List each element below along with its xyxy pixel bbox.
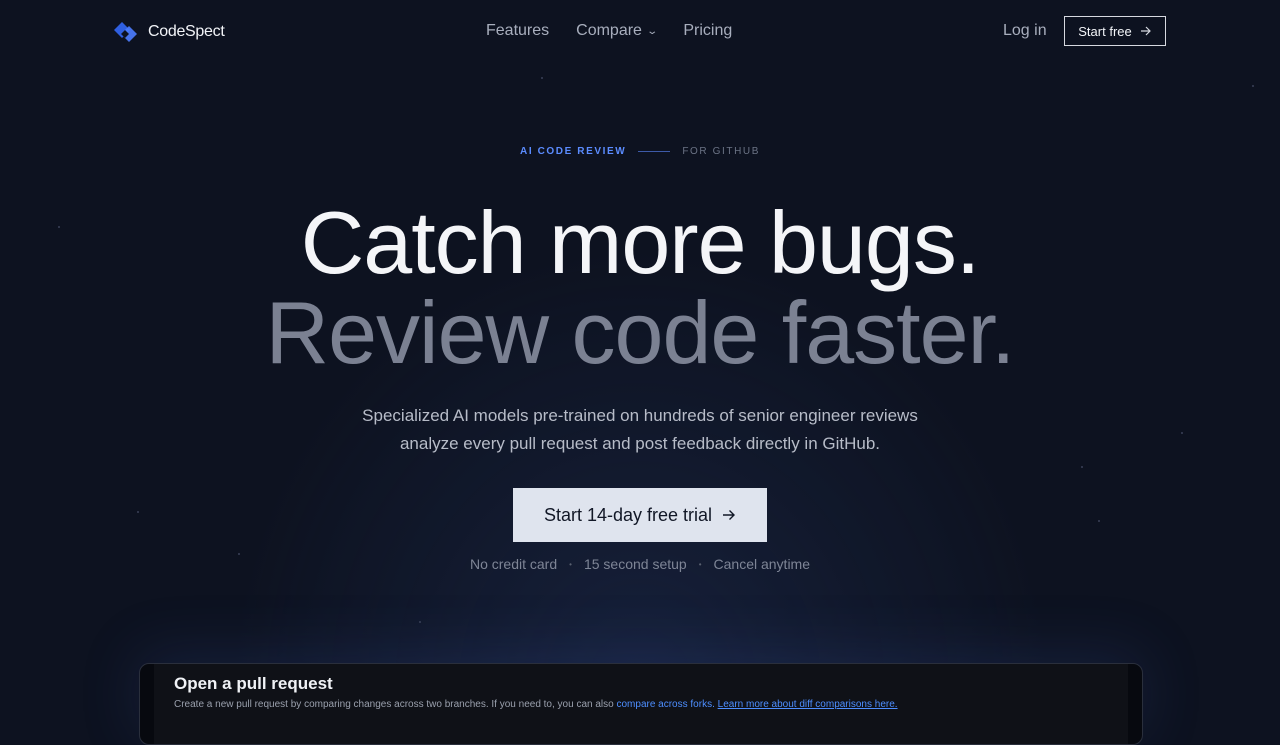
background-star [1252,85,1254,87]
perk-separator: • [569,559,572,569]
background-star [541,77,543,79]
nav-link-features[interactable]: Features [486,22,549,40]
hero-headline-primary: Catch more bugs. [300,193,981,292]
perk-separator: • [698,559,702,569]
chevron-down-icon: ⌄ [646,25,659,37]
hero-subtitle-line: analyze every pull request and post feed… [399,434,881,453]
compare-forks-link[interactable]: compare across forks. [616,699,714,710]
brand-logo[interactable]: CodeSpect [112,20,225,44]
arrow-right-icon [1140,24,1152,39]
hero-perks: No credit card • 15 second setup • Cance… [0,556,1280,572]
nav-links: Features Compare ⌄ Pricing [486,22,732,40]
background-star [1098,520,1100,522]
hero-headline-secondary: Review code faster. [265,283,1016,382]
diff-comparisons-link[interactable]: Learn more about diff comparisons here. [718,699,898,710]
start-trial-button[interactable]: Start 14-day free trial [513,488,767,542]
hero-subtitle-line: Specialized AI models pre-trained on hun… [362,406,918,425]
background-star [238,553,240,555]
eyebrow-divider [638,151,671,152]
brand-name: CodeSpect [148,23,225,40]
background-star [137,511,139,513]
background-star [419,621,421,623]
perk-item: Cancel anytime [713,556,811,572]
perk-item: No credit card [469,556,558,572]
login-link[interactable]: Log in [1003,22,1047,40]
eyebrow-primary: AI CODE REVIEW [520,146,627,157]
preview-description: Create a new pull request by comparing c… [174,699,898,710]
start-free-label: Start free [1078,23,1132,39]
start-free-button[interactable]: Start free [1064,16,1166,46]
product-preview-window: Open a pull request Create a new pull re… [139,663,1143,745]
hero-subtitle: Specialized AI models pre-trained on hun… [0,402,1280,458]
nav-link-compare[interactable]: Compare ⌄ [576,22,659,40]
preview-screen: Open a pull request Create a new pull re… [154,664,1128,744]
top-navigation: CodeSpect Features Compare ⌄ Pricing Log… [0,0,1280,64]
preview-title: Open a pull request [174,674,333,693]
start-trial-label: Start 14-day free trial [543,504,713,525]
hero-eyebrow: AI CODE REVIEW FOR GITHUB [0,146,1280,157]
diamond-logo-icon [112,20,140,44]
arrow-right-icon [722,505,736,526]
perk-item: 15 second setup [583,556,687,572]
eyebrow-secondary: FOR GITHUB [682,146,760,157]
nav-link-compare-label: Compare [576,22,642,39]
background-star [1081,466,1083,468]
preview-description-text: Create a new pull request by comparing c… [174,699,614,710]
nav-link-pricing[interactable]: Pricing [683,22,732,40]
